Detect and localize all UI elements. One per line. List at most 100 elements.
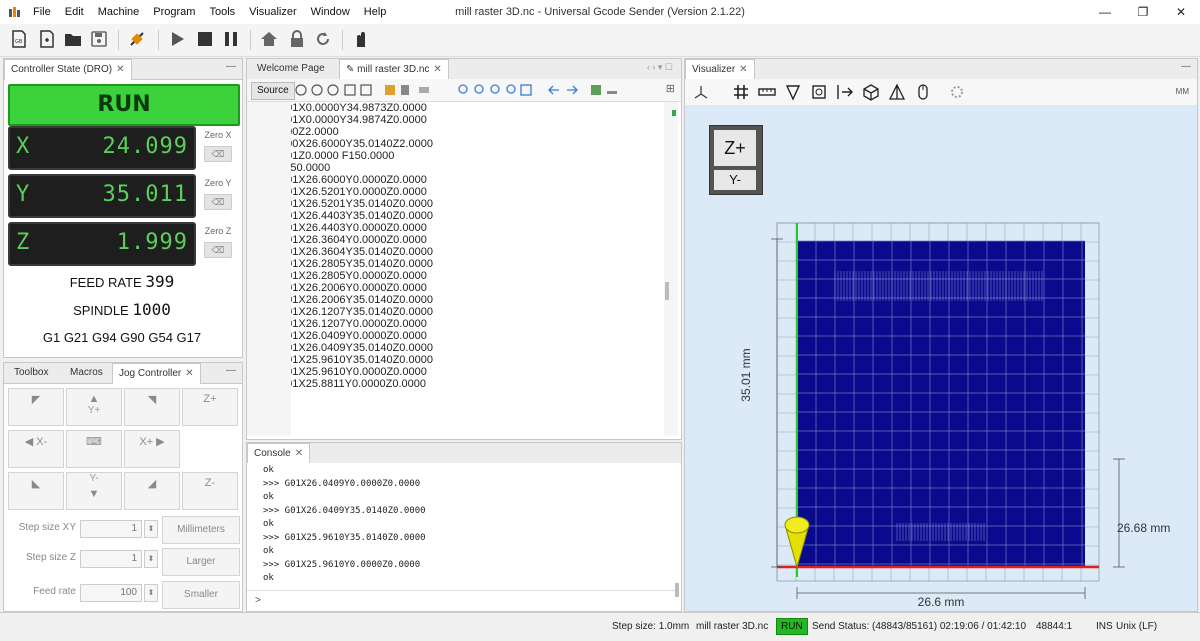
- jog-xminus-button[interactable]: ◀ X-: [8, 430, 64, 468]
- settings-gear-icon[interactable]: [947, 82, 967, 102]
- code-line[interactable]: 48844G01X26.0409Y0.0000Z0.0000: [247, 330, 665, 342]
- jog-keyboard-button[interactable]: ⌨: [66, 430, 122, 468]
- zero-z-button[interactable]: Zero Z ⌫: [198, 224, 238, 268]
- step-xy-input[interactable]: 1: [80, 520, 142, 538]
- code-line[interactable]: 48847G01X25.9610Y0.0000Z0.0000: [247, 366, 665, 378]
- minimize-panel-icon[interactable]: —: [226, 365, 236, 376]
- console-line: ok: [263, 546, 274, 556]
- code-line[interactable]: 48834G01X26.4403Y35.0140Z0.0000: [247, 210, 665, 222]
- gcode-editor[interactable]: 48825G01X0.0000Y34.9873Z0.000048826G01X0…: [247, 102, 665, 436]
- home-icon[interactable]: [258, 28, 280, 50]
- pyramid-icon[interactable]: [887, 82, 907, 102]
- zero-x-button[interactable]: Zero X ⌫: [198, 128, 238, 172]
- connect-icon[interactable]: [126, 28, 148, 50]
- jog-xplus-button[interactable]: X+ ▶: [124, 430, 180, 468]
- code-line[interactable]: 48838G01X26.2805Y35.0140Z0.0000: [247, 258, 665, 270]
- code-line[interactable]: 48843G01X26.1207Y0.0000Z0.0000: [247, 318, 665, 330]
- ruler-icon[interactable]: [757, 82, 777, 102]
- code-line[interactable]: 48829G01Z0.0000 F150.0000: [247, 150, 665, 162]
- editor-scrollbar[interactable]: [664, 102, 678, 436]
- minimize-button[interactable]: —: [1086, 0, 1124, 24]
- axis-label: X: [16, 134, 30, 159]
- feed-rate-spinner[interactable]: ⬍: [144, 584, 158, 602]
- code-line[interactable]: 48826G01X0.0000Y34.9874Z0.0000: [247, 114, 665, 126]
- jog-zplus-button[interactable]: Z+: [182, 388, 238, 426]
- bounds-icon[interactable]: [835, 82, 855, 102]
- feed-rate-input[interactable]: 100: [80, 584, 142, 602]
- mouse-icon[interactable]: [913, 82, 933, 102]
- tab-console[interactable]: Console ✕: [247, 443, 311, 464]
- tab-dro[interactable]: Controller State (DRO) ✕: [4, 59, 132, 80]
- view-orientation-icon[interactable]: [691, 82, 711, 102]
- tab-welcome-page[interactable]: Welcome Page: [251, 59, 331, 79]
- code-line[interactable]: 48833G01X26.5201Y35.0140Z0.0000: [247, 198, 665, 210]
- code-line[interactable]: 48835G01X26.4403Y0.0000Z0.0000: [247, 222, 665, 234]
- maximize-button[interactable]: ❐: [1124, 0, 1162, 24]
- console-scrollbar[interactable]: [675, 583, 679, 597]
- code-line[interactable]: 48828G00X26.6000Y35.0140Z2.0000: [247, 138, 665, 150]
- close-window-button[interactable]: ✕: [1162, 0, 1200, 24]
- step-xy-spinner[interactable]: ⬍: [144, 520, 158, 538]
- line-code: G01X0.0000Y34.9874Z0.0000: [277, 114, 427, 126]
- units-button[interactable]: Millimeters: [162, 516, 240, 544]
- new-file-icon[interactable]: [36, 28, 58, 50]
- jog-xplus-yminus-button[interactable]: ◢: [124, 472, 180, 510]
- reset-icon[interactable]: [312, 28, 334, 50]
- new-gcode-icon[interactable]: GB: [8, 28, 30, 50]
- larger-button[interactable]: Larger: [162, 548, 240, 576]
- minimize-panel-icon[interactable]: —: [226, 61, 236, 72]
- code-line[interactable]: 48837G01X26.3604Y35.0140Z0.0000: [247, 246, 665, 258]
- code-line[interactable]: 48825G01X0.0000Y34.9873Z0.0000: [247, 102, 665, 114]
- code-line[interactable]: 48827G00Z2.0000: [247, 126, 665, 138]
- code-line[interactable]: 48839G01X26.2805Y0.0000Z0.0000: [247, 270, 665, 282]
- tab-jog-controller[interactable]: Jog Controller ✕: [112, 363, 201, 384]
- hold-icon[interactable]: [350, 28, 372, 50]
- code-line[interactable]: 48836G01X26.3604Y0.0000Z0.0000: [247, 234, 665, 246]
- cube-icon[interactable]: [861, 82, 881, 102]
- code-line[interactable]: 48832G01X26.5201Y0.0000Z0.0000: [247, 186, 665, 198]
- save-icon[interactable]: [88, 28, 110, 50]
- lock-icon[interactable]: [286, 28, 308, 50]
- window-title: mill raster 3D.nc - Universal Gcode Send…: [455, 6, 745, 18]
- code-line[interactable]: 48846G01X25.9610Y35.0140Z0.0000: [247, 354, 665, 366]
- code-line[interactable]: 48848G01X25.8811Y0.0000Z0.0000: [247, 378, 665, 390]
- jog-yminus-button[interactable]: Y- ▼: [66, 472, 122, 510]
- code-line[interactable]: 48840G01X26.2006Y0.0000Z0.0000: [247, 282, 665, 294]
- tab-visualizer[interactable]: Visualizer ✕: [685, 59, 755, 80]
- tab-nav-icons[interactable]: ‹ › ▾ ☐: [647, 62, 673, 73]
- step-z-input[interactable]: 1: [80, 550, 142, 568]
- feed-rate-readout: FEED RATE 399: [69, 272, 175, 291]
- console-input[interactable]: >: [247, 590, 679, 611]
- jog-zminus-button[interactable]: Z-: [182, 472, 238, 510]
- tab-macros[interactable]: Macros: [64, 363, 109, 383]
- step-xy-label: Step size XY: [18, 522, 76, 533]
- jog-yplus-button[interactable]: ▲ Y+: [66, 388, 122, 426]
- jog-xminus-yminus-button[interactable]: ◣: [8, 472, 64, 510]
- code-line[interactable]: 48831G01X26.6000Y0.0000Z0.0000: [247, 174, 665, 186]
- open-folder-icon[interactable]: [62, 28, 84, 50]
- jog-xminus-yplus-button[interactable]: ◤: [8, 388, 64, 426]
- line-code: G01X26.3604Y0.0000Z0.0000: [277, 234, 427, 246]
- zoom-fit-icon[interactable]: [809, 82, 829, 102]
- line-code: G01X26.2805Y0.0000Z0.0000: [277, 270, 427, 282]
- stop-icon[interactable]: [194, 28, 216, 50]
- editor-tool-icons[interactable]: [295, 82, 665, 98]
- step-z-spinner[interactable]: ⬍: [144, 550, 158, 568]
- code-line[interactable]: 48841G01X26.2006Y35.0140Z0.0000: [247, 294, 665, 306]
- pause-icon[interactable]: [220, 28, 242, 50]
- code-line[interactable]: 48830F150.0000: [247, 162, 665, 174]
- zero-y-button[interactable]: Zero Y ⌫: [198, 176, 238, 220]
- tool-icon[interactable]: [783, 82, 803, 102]
- code-line[interactable]: 48845G01X26.0409Y35.0140Z0.0000: [247, 342, 665, 354]
- tab-gcode-file[interactable]: ✎ mill raster 3D.nc ✕: [339, 59, 449, 80]
- jog-xplus-yplus-button[interactable]: ◥: [124, 388, 180, 426]
- minimize-panel-icon[interactable]: —: [1181, 61, 1191, 72]
- smaller-button[interactable]: Smaller: [162, 581, 240, 609]
- tab-toolbox[interactable]: Toolbox: [8, 363, 54, 383]
- play-icon[interactable]: [166, 28, 188, 50]
- split-editor-icon[interactable]: ⊞: [666, 82, 675, 95]
- code-line[interactable]: 48842G01X26.1207Y35.0140Z0.0000: [247, 306, 665, 318]
- grid-icon[interactable]: [731, 82, 751, 102]
- source-button[interactable]: Source: [251, 82, 295, 100]
- visualizer-viewport[interactable]: Z+ Y- 35.01 mm 26.6 mm 26.68 mm: [685, 105, 1197, 611]
